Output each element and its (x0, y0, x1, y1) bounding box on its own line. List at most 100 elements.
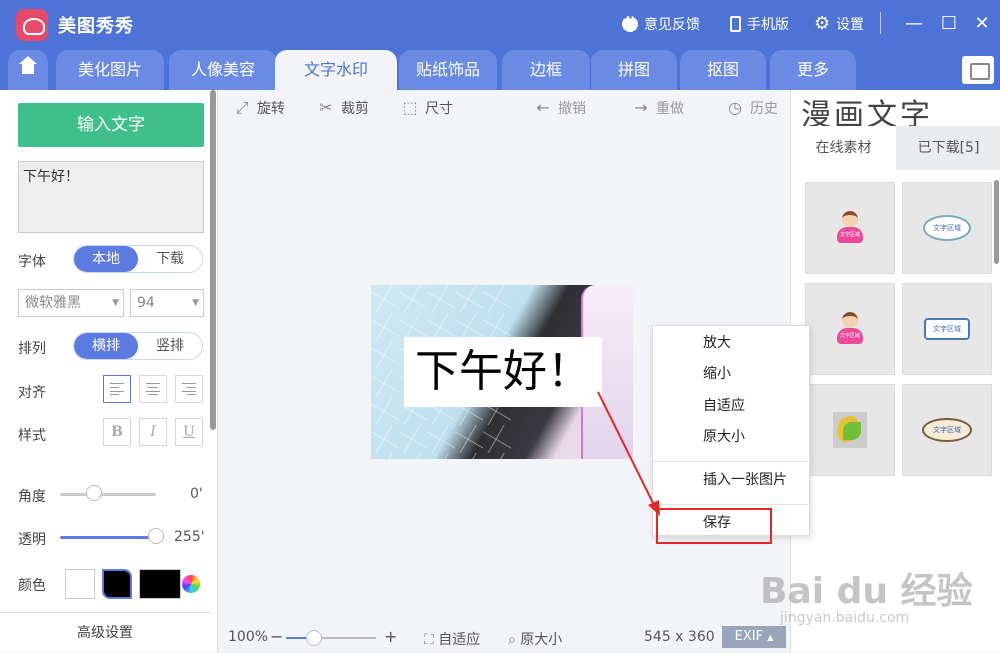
tab-beautify[interactable]: 美化图片 (56, 50, 164, 90)
opacity-label: 透明 (18, 532, 46, 548)
history-label: 历史 (750, 101, 778, 117)
font-name-select[interactable]: 微软雅黑 ▼ (18, 289, 124, 317)
align-center-icon[interactable] (139, 375, 167, 403)
girl-sticker-icon: 文字区域 (837, 312, 863, 346)
text-settings-panel: 输入文字 下午好！ 字体 本地 下载 微软雅黑 ▼ 94 ▼ 排列 横排 竖排 … (0, 90, 218, 652)
tab-downloaded[interactable]: 已下载[5] (896, 126, 1000, 170)
font-local-button[interactable]: 本地 (74, 246, 138, 272)
menu-item-insert-image[interactable]: 插入一张图片 (653, 465, 811, 496)
sticker-thumb[interactable] (805, 384, 895, 476)
layout-label: 排列 (18, 341, 46, 357)
image-dimensions: 545 x 360 (644, 629, 715, 645)
sticker-thumb[interactable]: 文字区域 (902, 384, 992, 476)
zoom-out-icon[interactable]: − (270, 627, 283, 646)
chat-bubble-icon (622, 11, 638, 32)
layout-horizontal-button[interactable]: 横排 (74, 333, 138, 359)
minimize-icon[interactable]: — (900, 10, 928, 38)
exif-button[interactable]: EXIF ▲ (722, 626, 786, 648)
tab-collage[interactable]: 拼图 (591, 50, 677, 90)
mobile-version-button[interactable]: 手机版 (730, 14, 789, 34)
redo-button[interactable]: → 重做 (632, 98, 684, 118)
menu-item-fit[interactable]: 自适应 (653, 391, 811, 422)
font-name-value: 微软雅黑 (25, 295, 81, 311)
titlebar-divider (880, 12, 881, 34)
font-download-button[interactable]: 下载 (138, 246, 202, 272)
phone-icon (730, 16, 741, 32)
right-panel-scrollbar[interactable] (994, 180, 999, 264)
align-label: 对齐 (18, 385, 46, 401)
font-size-select[interactable]: 94 ▼ (130, 289, 204, 317)
menu-separator (653, 504, 811, 505)
font-source-toggle: 本地 下载 (73, 245, 203, 273)
align-left-icon[interactable] (103, 375, 131, 403)
undo-label: 撤销 (558, 101, 586, 117)
current-color-swatch[interactable] (139, 569, 181, 599)
fit-button[interactable]: ⛶ 自适应 (424, 629, 480, 649)
zoom-in-icon[interactable]: + (384, 627, 397, 646)
text-watermark-overlay[interactable]: 下午好！ (404, 337, 602, 407)
rotate-button[interactable]: ⤢ 旋转 (233, 98, 285, 118)
caret-up-icon: ▲ (767, 633, 774, 642)
bold-button[interactable]: B (103, 418, 131, 446)
left-panel-scrollbar[interactable] (210, 90, 216, 430)
history-button[interactable]: ◷ 历史 (726, 98, 778, 118)
gear-icon: ⚙ (814, 13, 831, 34)
sticker-thumb[interactable]: 文字区域 (902, 283, 992, 375)
tab-border[interactable]: 边框 (502, 50, 590, 90)
align-right-icon[interactable] (175, 375, 203, 403)
chevron-down-icon: ▼ (192, 298, 199, 308)
sticker-thumb[interactable]: 文字区域 (902, 182, 992, 274)
leaf-sticker-icon (833, 412, 867, 448)
tab-online-materials[interactable]: 在线素材 (791, 126, 896, 170)
underline-button[interactable]: U (175, 418, 203, 446)
black-swatch-selected[interactable] (102, 569, 132, 599)
home-icon (19, 56, 37, 77)
maximize-icon[interactable]: ☐ (935, 10, 963, 38)
layout-vertical-button[interactable]: 竖排 (138, 333, 202, 359)
text-input-area[interactable]: 下午好！ (18, 161, 204, 233)
sticker-thumb[interactable]: 文字区域 (805, 283, 895, 375)
menu-item-zoom-in[interactable]: 放大 (653, 328, 811, 359)
menu-item-zoom-out[interactable]: 缩小 (653, 359, 811, 390)
opacity-slider[interactable] (60, 536, 156, 539)
redo-label: 重做 (656, 101, 684, 117)
menu-separator (653, 461, 811, 462)
advanced-settings-button[interactable]: 高级设置 (0, 612, 210, 652)
fit-icon: ⛶ (424, 632, 434, 648)
color-label: 颜色 (18, 578, 46, 594)
feedback-button[interactable]: 意见反馈 (622, 11, 700, 34)
angle-label: 角度 (18, 489, 46, 505)
tab-text-watermark[interactable]: 文字水印 (275, 50, 397, 90)
mobile-label: 手机版 (747, 17, 789, 33)
tab-portrait[interactable]: 人像美容 (169, 50, 277, 90)
edit-toolbar: ⤢ 旋转 ✂ 裁剪 ⬚ 尺寸 ← 撤销 → 重做 ◷ 历史 (218, 90, 790, 126)
original-size-label: 原大小 (520, 632, 563, 648)
open-image-icon[interactable] (962, 56, 994, 84)
italic-button[interactable]: I (139, 418, 167, 446)
menu-item-original-size[interactable]: 原大小 (653, 422, 811, 453)
tab-cutout[interactable]: 抠图 (680, 50, 766, 90)
size-button[interactable]: ⬚ 尺寸 (401, 98, 453, 118)
baidu-watermark: Bai du 经验 (760, 571, 973, 612)
home-tab[interactable] (8, 50, 48, 90)
status-bar: 100% − + ⛶ 自适应 ⌕ 原大小 545 x 360 EXIF ▲ (218, 622, 790, 652)
zoom-slider-thumb[interactable] (306, 630, 322, 646)
tab-stickers[interactable]: 贴纸饰品 (399, 50, 497, 90)
sticker-thumb[interactable]: 文字区域 (805, 182, 895, 274)
tab-more[interactable]: 更多 (770, 50, 856, 90)
close-icon[interactable]: ✕ (968, 10, 996, 38)
rotate-label: 旋转 (257, 101, 285, 117)
color-wheel-icon[interactable] (182, 575, 200, 593)
angle-slider-thumb[interactable] (85, 485, 102, 501)
opacity-slider-thumb[interactable] (148, 528, 164, 544)
crop-button[interactable]: ✂ 裁剪 (317, 98, 369, 118)
input-text-button[interactable]: 输入文字 (18, 103, 204, 147)
chevron-down-icon: ▼ (112, 298, 119, 308)
angle-slider[interactable] (60, 493, 156, 496)
white-swatch[interactable] (65, 569, 95, 599)
undo-button[interactable]: ← 撤销 (534, 98, 586, 118)
settings-label: 设置 (836, 17, 864, 33)
settings-button[interactable]: ⚙ 设置 (814, 14, 864, 34)
original-size-button[interactable]: ⌕ 原大小 (508, 629, 562, 649)
angle-value: 0' (190, 486, 203, 502)
